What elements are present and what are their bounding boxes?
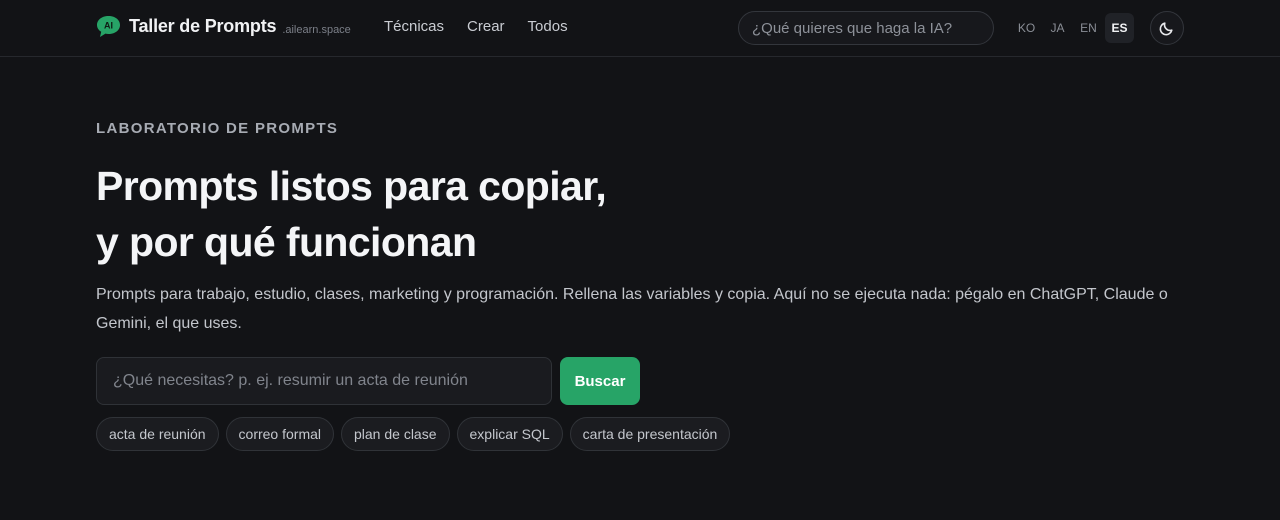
lang-option-es[interactable]: ES xyxy=(1105,13,1134,43)
brand-name[interactable]: Taller de Prompts xyxy=(129,16,277,37)
hero-search-form: Buscar xyxy=(96,357,1186,405)
main-nav: Técnicas Crear Todos xyxy=(384,18,568,35)
search-button[interactable]: Buscar xyxy=(560,357,640,405)
hero-title-line-2: y por qué funcionan xyxy=(96,219,477,265)
chip-correo-formal[interactable]: correo formal xyxy=(225,417,334,451)
language-switcher: KO JA EN ES xyxy=(1012,13,1134,43)
lang-option-ja[interactable]: JA xyxy=(1043,13,1072,43)
lang-option-en[interactable]: EN xyxy=(1074,13,1103,43)
chip-explicar-sql[interactable]: explicar SQL xyxy=(456,417,563,451)
theme-toggle-button[interactable] xyxy=(1150,11,1184,45)
brand-link[interactable]: AI Taller de Prompts .ailearn.space xyxy=(96,15,351,38)
hero-subtitle: Prompts para trabajo, estudio, clases, m… xyxy=(96,286,1168,332)
nav-link-tecnicas[interactable]: Técnicas xyxy=(384,18,444,35)
lang-option-ko[interactable]: KO xyxy=(1012,13,1041,43)
top-bar: AI Taller de Prompts .ailearn.space Técn… xyxy=(0,0,1280,57)
chip-carta-de-presentacion[interactable]: carta de presentación xyxy=(569,417,731,451)
nav-link-todos[interactable]: Todos xyxy=(528,18,568,35)
moon-icon xyxy=(1159,22,1173,36)
hero-eyebrow: LABORATORIO DE PROMPTS xyxy=(96,120,339,137)
nav-link-crear[interactable]: Crear xyxy=(467,18,505,35)
hero-title: Prompts listos para copiar, y por qué fu… xyxy=(96,158,1186,270)
hero-title-line-1: Prompts listos para copiar, xyxy=(96,163,607,209)
brand-logo-text: AI xyxy=(104,20,113,30)
suggestion-chips: acta de reunión correo formal plan de cl… xyxy=(96,417,1186,451)
hero-search-input[interactable] xyxy=(96,357,552,405)
chip-plan-de-clase[interactable]: plan de clase xyxy=(341,417,450,451)
header-search-input[interactable] xyxy=(738,11,994,45)
brand-domain: .ailearn.space xyxy=(282,23,351,36)
brand-logo-icon: AI xyxy=(97,16,120,37)
hero-section: LABORATORIO DE PROMPTS Prompts listos pa… xyxy=(96,120,1186,451)
chip-acta-de-reunion[interactable]: acta de reunión xyxy=(96,417,219,451)
